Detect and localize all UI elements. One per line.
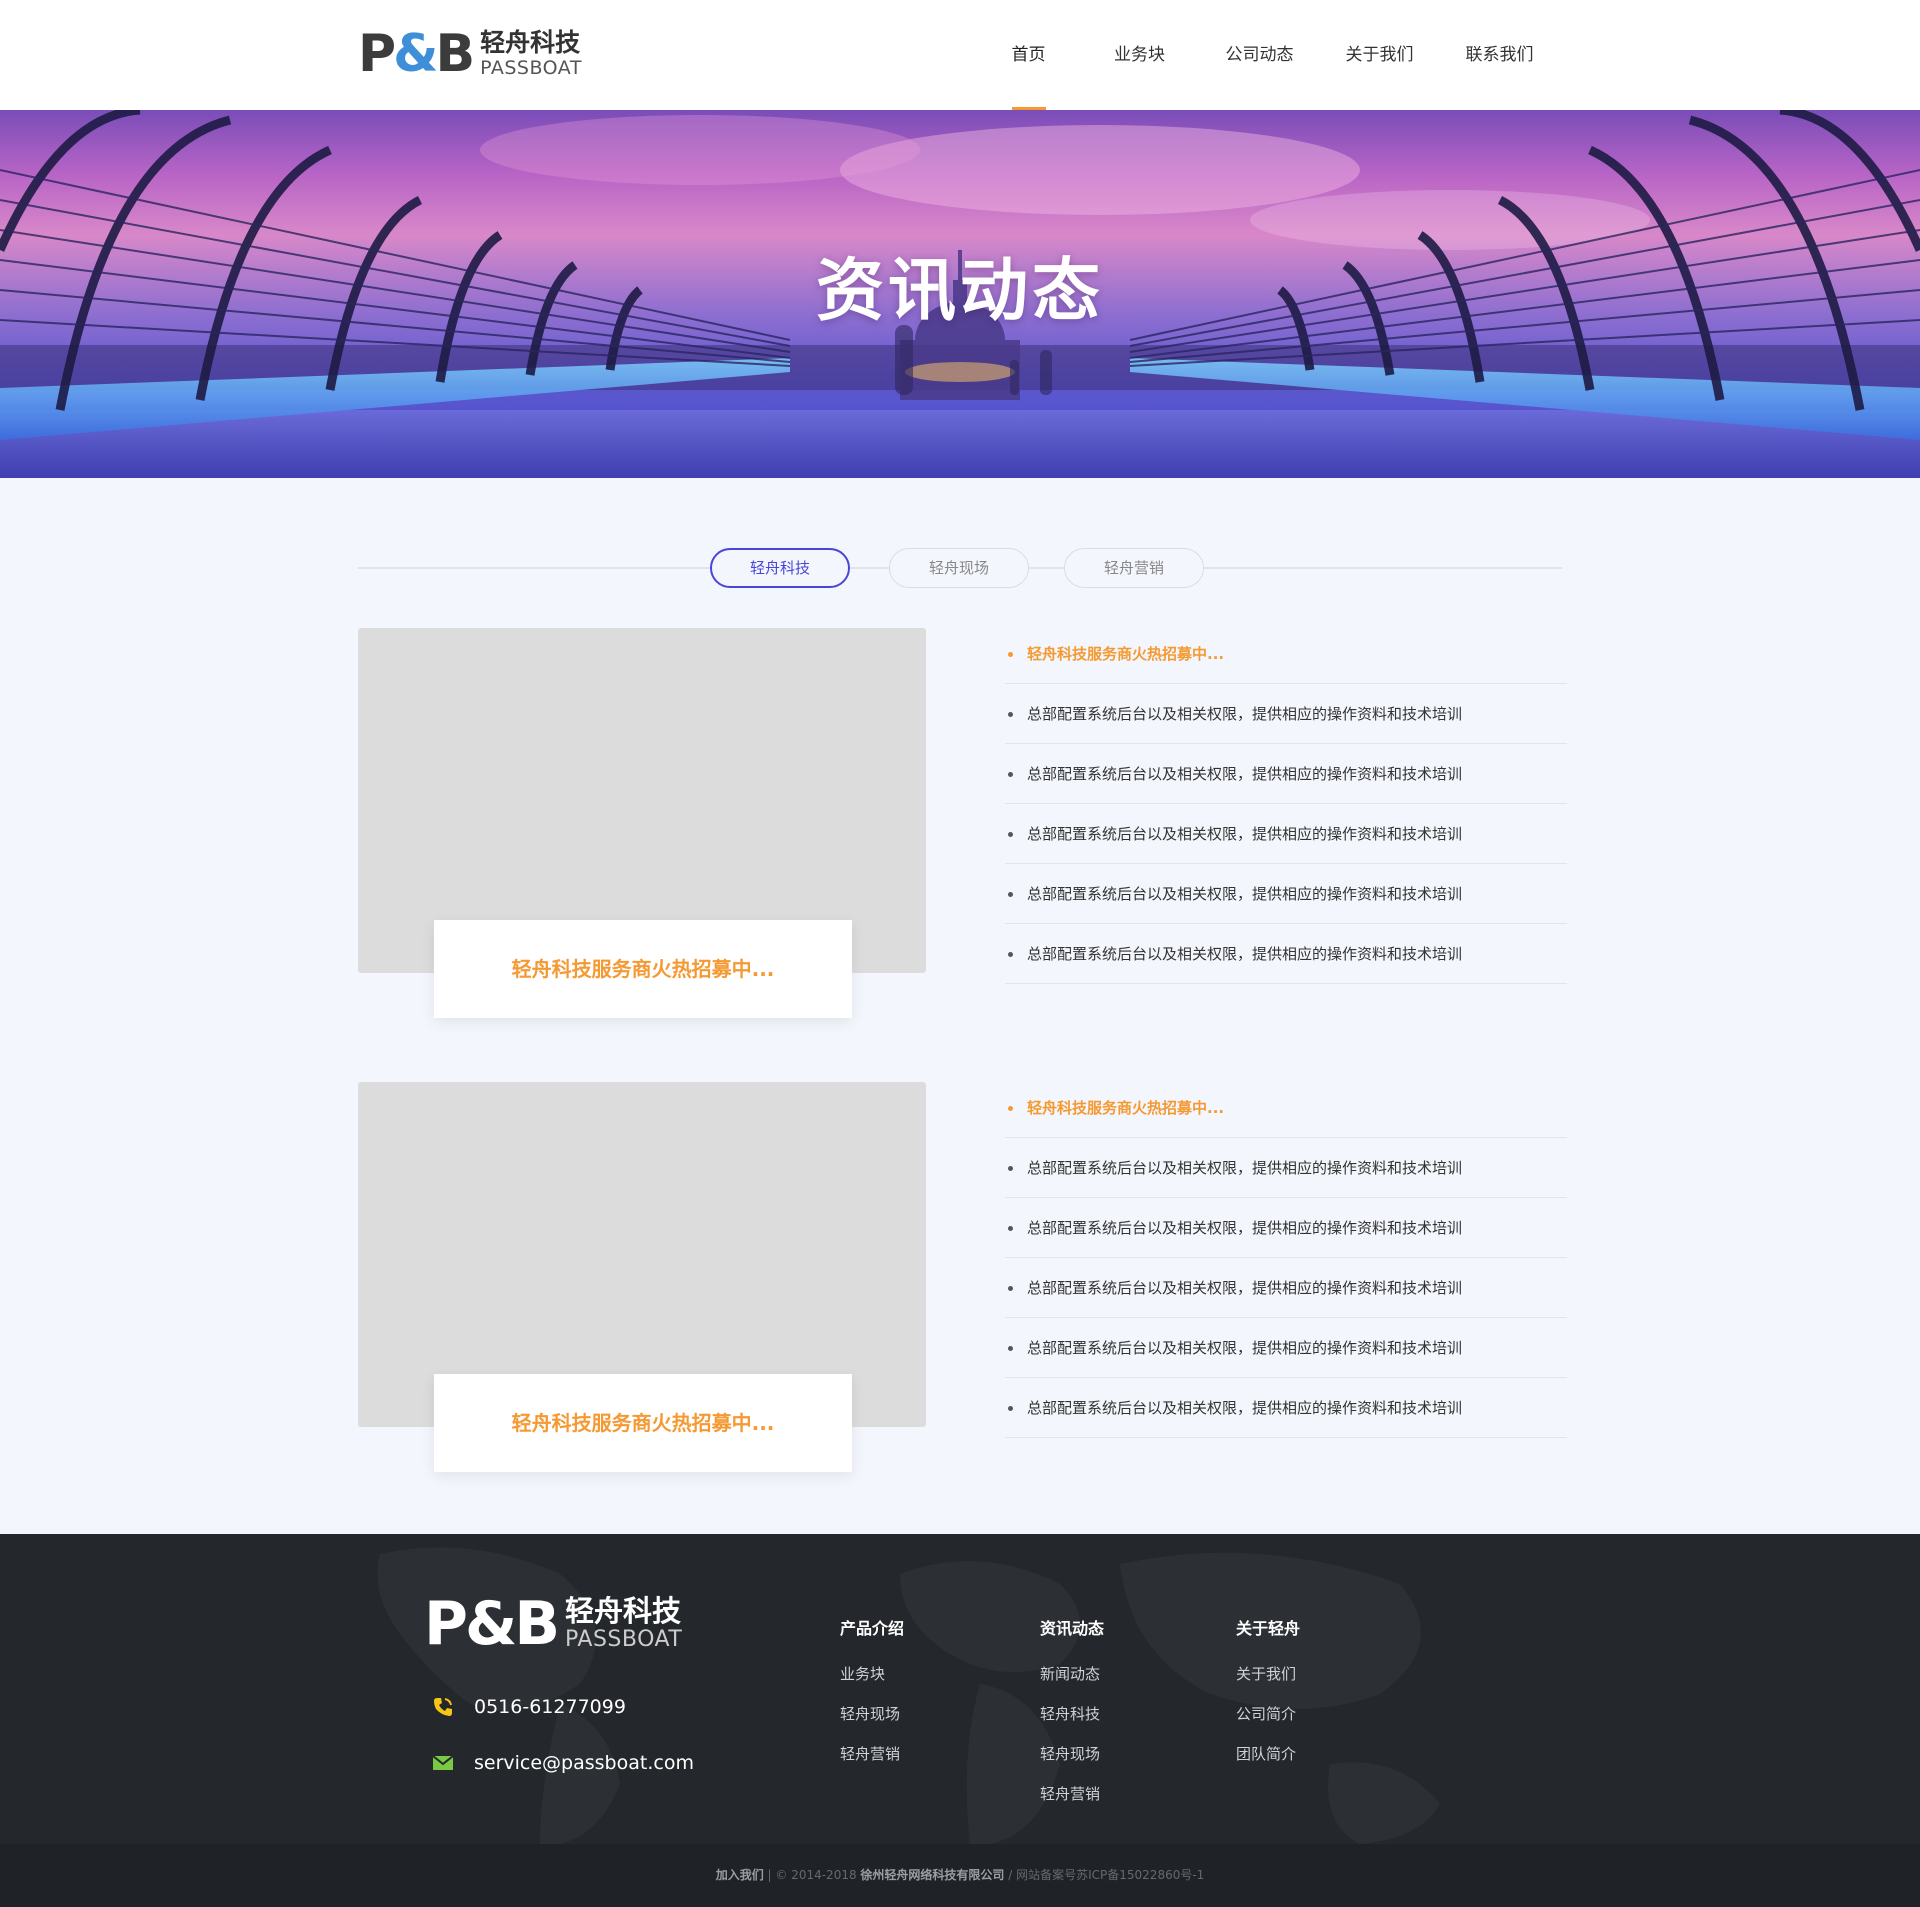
tab-qingzhou-onsite[interactable]: 轻舟现场 — [889, 548, 1029, 588]
footer-link[interactable]: 轻舟现场 — [1040, 1744, 1104, 1784]
join-us-link[interactable]: 加入我们 — [716, 1868, 764, 1882]
site-footer: P&B 轻舟科技 PASSBOAT 0516-61277099 service@… — [0, 1534, 1920, 1907]
nav-item-home[interactable]: 首页 — [980, 0, 1077, 110]
list-item[interactable]: 轻舟科技服务商火热招募中... — [1005, 624, 1567, 684]
footer-col-about: 关于轻舟 关于我们 公司简介 团队简介 — [1236, 1614, 1300, 1784]
logo-en-name: PASSBOAT — [480, 57, 582, 79]
phone-icon — [432, 1696, 454, 1718]
footer-link[interactable]: 业务块 — [840, 1664, 904, 1704]
copyright-bar: 加入我们 | © 2014-2018 徐州轻舟网络科技有限公司 / 网站备案号苏… — [0, 1844, 1920, 1907]
list-item[interactable]: 总部配置系统后台以及相关权限，提供相应的操作资料和技术培训 — [1005, 1318, 1567, 1378]
logo-text: 轻舟科技 PASSBOAT — [480, 28, 582, 80]
footer-link[interactable]: 公司简介 — [1236, 1704, 1300, 1744]
site-header: P&B 轻舟科技 PASSBOAT 首页 业务块 公司动态 关于我们 联系我们 — [0, 0, 1920, 110]
footer-logo[interactable]: P&B 轻舟科技 PASSBOAT — [424, 1594, 682, 1654]
tab-qingzhou-marketing[interactable]: 轻舟营销 — [1064, 548, 1204, 588]
list-item[interactable]: 总部配置系统后台以及相关权限，提供相应的操作资料和技术培训 — [1005, 864, 1567, 924]
logo-cn-name: 轻舟科技 — [565, 1594, 682, 1628]
nav-item-about[interactable]: 关于我们 — [1317, 0, 1442, 110]
logo-text: 轻舟科技 PASSBOAT — [565, 1595, 682, 1653]
separator: / — [1004, 1868, 1017, 1882]
logo-en-name: PASSBOAT — [565, 1627, 683, 1652]
contact-email: service@passboat.com — [432, 1752, 694, 1774]
footer-link[interactable]: 关于我们 — [1236, 1664, 1300, 1704]
footer-link[interactable]: 轻舟营销 — [840, 1744, 904, 1784]
footer-col-title: 关于轻舟 — [1236, 1619, 1301, 1638]
list-item[interactable]: 总部配置系统后台以及相关权限，提供相应的操作资料和技术培训 — [1005, 1198, 1567, 1258]
footer-link[interactable]: 轻舟科技 — [1040, 1704, 1104, 1744]
list-item[interactable]: 总部配置系统后台以及相关权限，提供相应的操作资料和技术培训 — [1005, 1138, 1567, 1198]
mail-icon — [432, 1752, 454, 1774]
footer-col-title: 资讯动态 — [1040, 1619, 1105, 1638]
logo-mark: P&B — [424, 1589, 560, 1659]
tab-qingzhou-tech[interactable]: 轻舟科技 — [710, 548, 850, 588]
list-item[interactable]: 总部配置系统后台以及相关权限，提供相应的操作资料和技术培训 — [1005, 1258, 1567, 1318]
list-item[interactable]: 轻舟科技服务商火热招募中... — [1005, 1078, 1567, 1138]
footer-col-products: 产品介绍 业务块 轻舟现场 轻舟营销 — [840, 1614, 904, 1784]
list-item[interactable]: 总部配置系统后台以及相关权限，提供相应的操作资料和技术培训 — [1005, 804, 1567, 864]
logo-mark: P&B — [358, 24, 475, 84]
logo-cn-name: 轻舟科技 — [480, 28, 581, 57]
contact-phone: 0516-61277099 — [432, 1696, 626, 1718]
nav-item-contact[interactable]: 联系我们 — [1442, 0, 1557, 110]
hero-banner: 资讯动态 — [0, 110, 1920, 478]
news-feature-caption[interactable]: 轻舟科技服务商火热招募中... — [434, 920, 852, 1018]
nav-item-company-news[interactable]: 公司动态 — [1202, 0, 1317, 110]
news-list: 轻舟科技服务商火热招募中... 总部配置系统后台以及相关权限，提供相应的操作资料… — [1005, 624, 1567, 984]
separator: | — [763, 1868, 776, 1882]
footer-link[interactable]: 轻舟营销 — [1040, 1784, 1104, 1824]
site-logo[interactable]: P&B 轻舟科技 PASSBOAT — [358, 28, 582, 80]
footer-col-title: 产品介绍 — [840, 1619, 905, 1638]
copyright-years: © 2014-2018 — [775, 1868, 861, 1882]
main-nav: 首页 业务块 公司动态 关于我们 联系我们 — [980, 0, 1557, 110]
footer-link[interactable]: 轻舟现场 — [840, 1704, 904, 1744]
email-address[interactable]: service@passboat.com — [474, 1752, 694, 1774]
footer-link[interactable]: 团队简介 — [1236, 1744, 1300, 1784]
news-list: 轻舟科技服务商火热招募中... 总部配置系统后台以及相关权限，提供相应的操作资料… — [1005, 1078, 1567, 1438]
list-item[interactable]: 总部配置系统后台以及相关权限，提供相应的操作资料和技术培训 — [1005, 1378, 1567, 1438]
news-feature-caption[interactable]: 轻舟科技服务商火热招募中... — [434, 1374, 852, 1472]
list-item[interactable]: 总部配置系统后台以及相关权限，提供相应的操作资料和技术培训 — [1005, 744, 1567, 804]
world-map-decoration — [377, 1547, 1440, 1844]
nav-item-business[interactable]: 业务块 — [1077, 0, 1202, 110]
footer-col-news: 资讯动态 新闻动态 轻舟科技 轻舟现场 轻舟营销 — [1040, 1614, 1104, 1824]
list-item[interactable]: 总部配置系统后台以及相关权限，提供相应的操作资料和技术培训 — [1005, 684, 1567, 744]
footer-link[interactable]: 新闻动态 — [1040, 1664, 1104, 1704]
icp-record[interactable]: 网站备案号苏ICP备15022860号-1 — [1016, 1868, 1204, 1882]
banner-title: 资讯动态 — [815, 252, 1104, 331]
phone-number: 0516-61277099 — [474, 1696, 626, 1718]
company-name: 徐州轻舟网络科技有限公司 — [860, 1868, 1005, 1882]
list-item[interactable]: 总部配置系统后台以及相关权限，提供相应的操作资料和技术培训 — [1005, 924, 1567, 984]
